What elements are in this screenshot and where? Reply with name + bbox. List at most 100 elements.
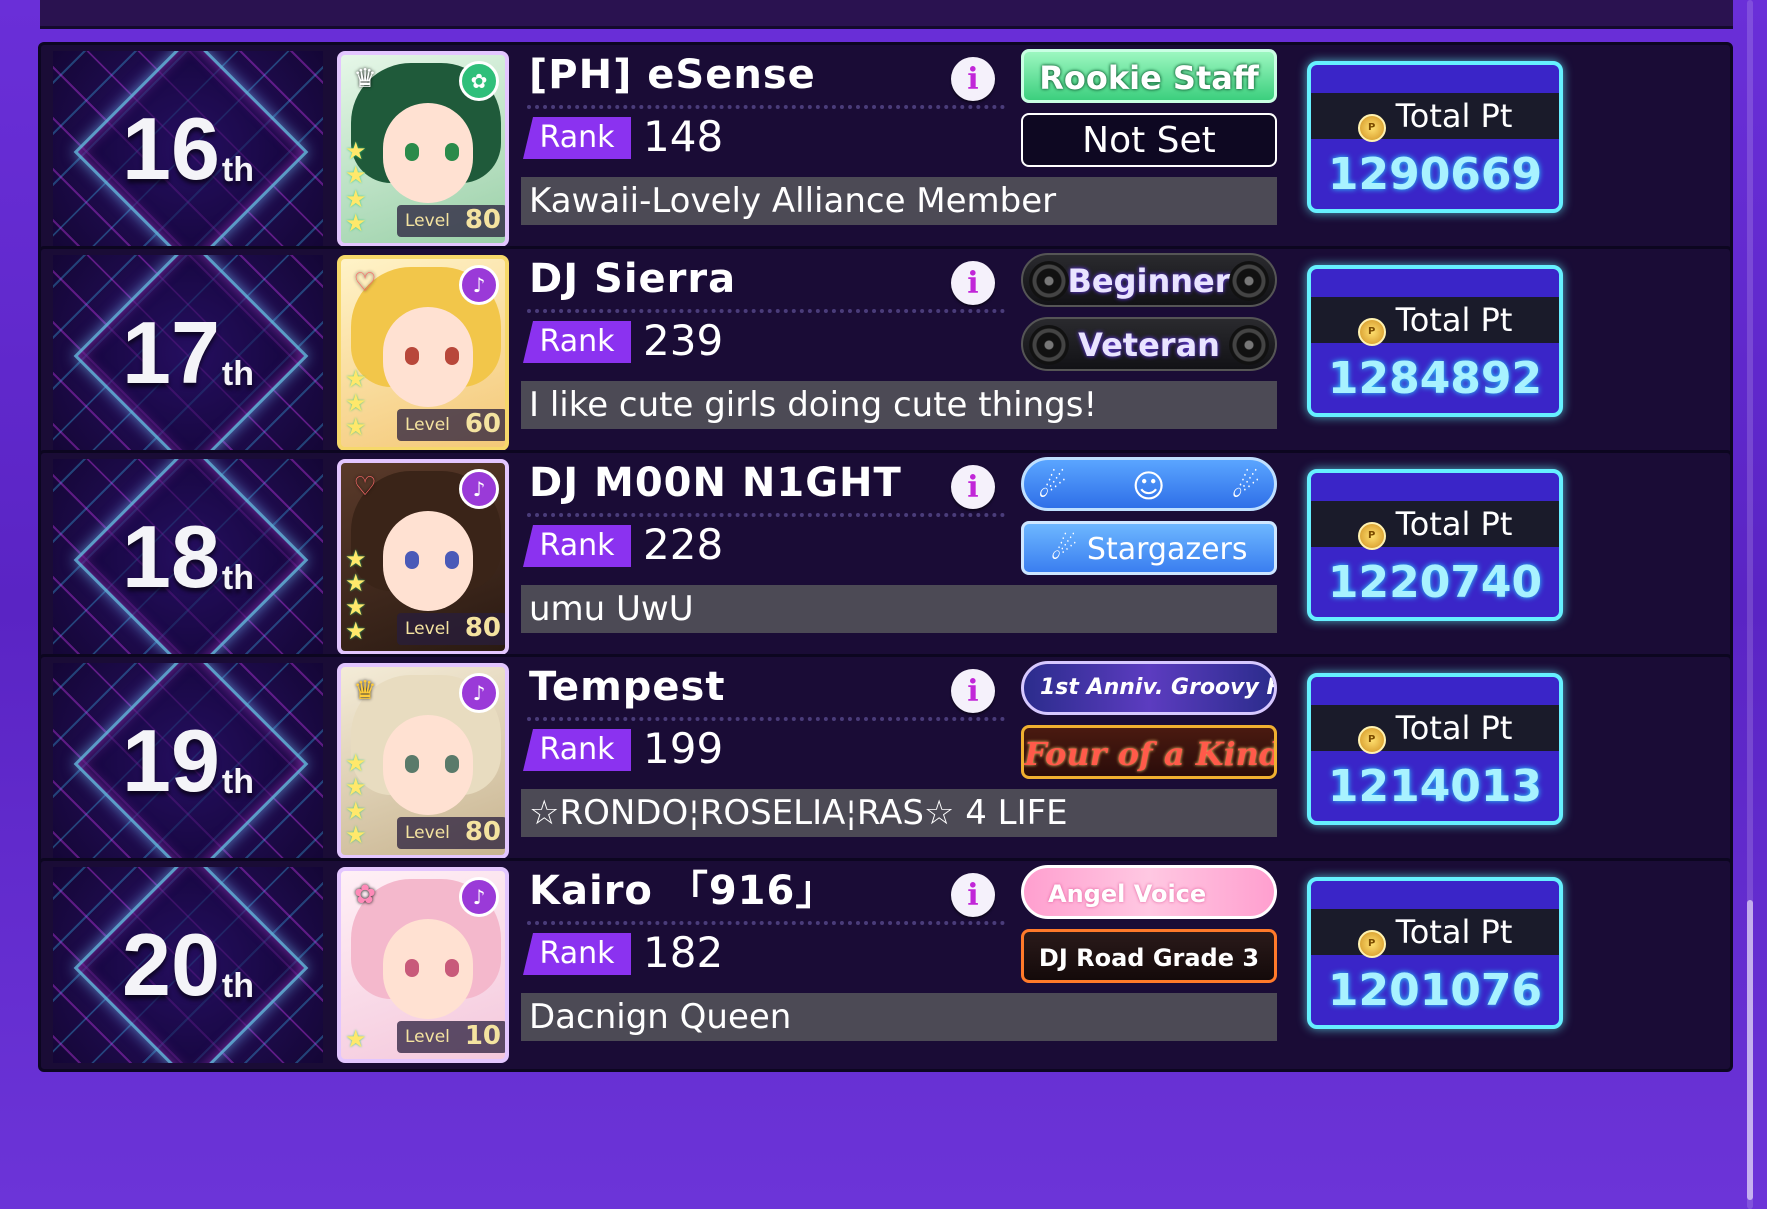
star-icon: ★ xyxy=(345,569,367,597)
band-logo-icon: ♡ xyxy=(353,472,377,502)
total-label: P Total Pt xyxy=(1311,297,1559,346)
title-badge-2: ☄ Stargazers xyxy=(1021,521,1277,575)
ranking-row[interactable]: 20th ✿ ♪ ★ Level 10 Kairo 「916」 i Rank 18… xyxy=(38,858,1733,1072)
speaker-icon xyxy=(1029,325,1069,365)
total-label: P Total Pt xyxy=(1311,93,1559,142)
card-stars: ★ ★ ★ xyxy=(345,367,367,439)
star-icon: ★ xyxy=(345,137,367,165)
card-stars: ★ ★ ★ ★ xyxy=(345,547,367,643)
total-points: 1290669 xyxy=(1327,149,1543,200)
total-points-panel: P Total Pt 1290669 xyxy=(1307,61,1563,213)
player-card-avatar[interactable]: ♛ ✿ ★ ★ ★ ★ Level 80 xyxy=(337,51,509,247)
player-rank: 199 xyxy=(643,724,724,773)
placement-number: 17th xyxy=(122,303,254,402)
star-icon: ★ xyxy=(345,1025,367,1053)
powerful-attribute-icon: ♪ xyxy=(459,673,499,713)
speaker-icon xyxy=(1029,261,1069,301)
player-card-avatar[interactable]: ✿ ♪ ★ Level 10 xyxy=(337,867,509,1063)
level-plate: Level 80 xyxy=(397,817,505,849)
star-icon: ★ xyxy=(345,209,367,237)
card-stars: ★ ★ ★ ★ xyxy=(345,751,367,847)
title-badge-1: Rookie Staff xyxy=(1021,49,1277,103)
title-badge-1: Angel Voice xyxy=(1021,865,1277,919)
event-point-coin-icon: P xyxy=(1357,318,1386,346)
ranking-row[interactable]: 17th ♡ ♪ ★ ★ ★ Level 60 DJ Sierra i Rank 23… xyxy=(38,246,1733,460)
rank-label: Rank xyxy=(523,117,631,159)
band-logo-icon: ✿ xyxy=(354,880,376,910)
title-badge-2: Not Set xyxy=(1021,113,1277,167)
ranking-row[interactable]: 16th ♛ ✿ ★ ★ ★ ★ Level 80 [PH] eSense i Rank… xyxy=(38,42,1733,256)
placement-number: 16th xyxy=(122,99,254,198)
star-icon: ★ xyxy=(345,749,367,777)
star-icon: ★ xyxy=(345,821,367,849)
player-comment: ☆RONDO¦ROSELIA¦RAS☆ 4 LIFE xyxy=(521,789,1277,837)
level-plate: Level 60 xyxy=(397,409,505,441)
placement-box: 18th xyxy=(53,459,323,655)
placement-box: 17th xyxy=(53,255,323,451)
player-comment: Kawaii-Lovely Alliance Member xyxy=(521,177,1277,225)
comet-icon: ☄ xyxy=(1050,532,1087,567)
player-name: Tempest xyxy=(529,664,726,710)
rank-label: Rank xyxy=(523,321,631,363)
star-icon: ★ xyxy=(345,617,367,645)
ranking-row[interactable]: 19th ♛ ♪ ★ ★ ★ ★ Level 80 Tempest i Rank 199… xyxy=(38,654,1733,868)
speaker-icon xyxy=(1229,325,1269,365)
character-chibi-icon: ☺ xyxy=(1132,467,1166,505)
player-name: DJ M00N N1GHT xyxy=(529,460,902,506)
title-badge-1: Beginner xyxy=(1021,253,1277,307)
rank-label: Rank xyxy=(523,729,631,771)
total-points-panel: P Total Pt 1201076 xyxy=(1307,877,1563,1029)
title-badge-1: ☄ ☺ ☄ xyxy=(1021,457,1277,511)
star-icon: ★ xyxy=(345,773,367,801)
event-point-coin-icon: P xyxy=(1357,522,1386,550)
star-icon: ★ xyxy=(345,593,367,621)
info-icon[interactable]: i xyxy=(951,57,995,101)
total-points-panel: P Total Pt 1214013 xyxy=(1307,673,1563,825)
total-label: P Total Pt xyxy=(1311,501,1559,550)
star-icon: ★ xyxy=(345,389,367,417)
info-icon[interactable]: i xyxy=(951,261,995,305)
player-rank: 228 xyxy=(643,520,724,569)
player-card-avatar[interactable]: ♡ ♪ ★ ★ ★ ★ Level 80 xyxy=(337,459,509,655)
star-icon: ★ xyxy=(345,545,367,573)
total-points: 1214013 xyxy=(1327,761,1543,812)
total-points: 1201076 xyxy=(1327,965,1543,1016)
ranking-row[interactable]: 18th ♡ ♪ ★ ★ ★ ★ Level 80 DJ M00N N1GHT i Ra… xyxy=(38,450,1733,664)
divider xyxy=(527,717,1005,721)
title-badge-1: 1st Anniv. Groovy FES xyxy=(1021,661,1277,715)
event-point-coin-icon: P xyxy=(1357,930,1386,958)
powerful-attribute-icon: ♪ xyxy=(459,877,499,917)
star-icon: ★ xyxy=(345,413,367,441)
star-icon: ★ xyxy=(345,161,367,189)
divider xyxy=(527,921,1005,925)
powerful-attribute-icon: ♪ xyxy=(459,265,499,305)
total-points: 1220740 xyxy=(1327,557,1543,608)
level-plate: Level 80 xyxy=(397,613,505,645)
player-name: Kairo 「916」 xyxy=(529,868,837,914)
pure-attribute-icon: ✿ xyxy=(459,61,499,101)
title-badge-2: DJ Road Grade 3 xyxy=(1021,929,1277,983)
player-card-avatar[interactable]: ♡ ♪ ★ ★ ★ Level 60 xyxy=(337,255,509,451)
total-points-panel: P Total Pt 1284892 xyxy=(1307,265,1563,417)
info-icon[interactable]: i xyxy=(951,465,995,509)
card-stars: ★ xyxy=(345,1027,367,1051)
band-logo-icon: ♛ xyxy=(353,676,377,706)
player-comment: umu UwU xyxy=(521,585,1277,633)
previous-row-edge xyxy=(40,0,1733,29)
info-icon[interactable]: i xyxy=(951,669,995,713)
total-label: P Total Pt xyxy=(1311,705,1559,754)
player-rank: 239 xyxy=(643,316,724,365)
player-name: [PH] eSense xyxy=(529,52,816,98)
player-card-avatar[interactable]: ♛ ♪ ★ ★ ★ ★ Level 80 xyxy=(337,663,509,859)
scrollbar[interactable] xyxy=(1747,0,1753,1209)
info-icon[interactable]: i xyxy=(951,873,995,917)
player-rank: 148 xyxy=(643,112,724,161)
player-comment: I like cute girls doing cute things! xyxy=(521,381,1277,429)
scrollbar-thumb[interactable] xyxy=(1747,900,1753,1200)
divider xyxy=(527,105,1005,109)
placement-number: 19th xyxy=(122,711,254,810)
rank-label: Rank xyxy=(523,525,631,567)
title-badge-2: Veteran xyxy=(1021,317,1277,371)
placement-number: 20th xyxy=(122,915,254,1014)
card-stars: ★ ★ ★ ★ xyxy=(345,139,367,235)
